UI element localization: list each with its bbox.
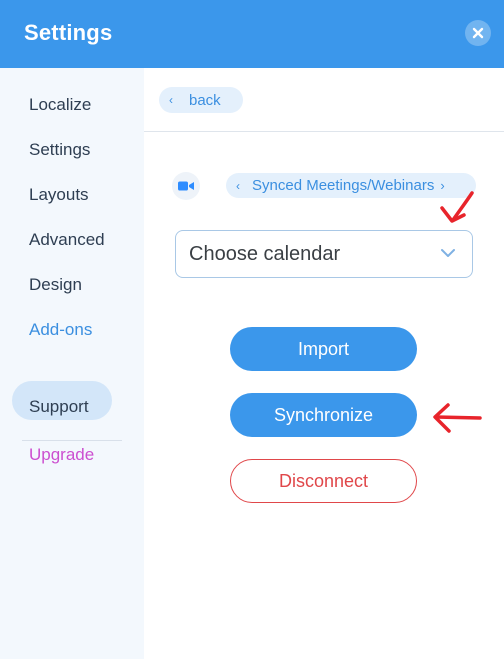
chevron-left-icon: ‹ [236, 178, 240, 193]
sidebar-item-layouts[interactable]: Layouts [29, 183, 89, 207]
sidebar-item-advanced[interactable]: Advanced [29, 228, 105, 252]
chevron-down-icon [441, 249, 455, 257]
close-button[interactable] [465, 20, 491, 46]
synchronize-button[interactable]: Synchronize [230, 393, 417, 437]
main-content: ‹ back ‹ Synced Meetings/Webinars › Choo… [144, 68, 504, 659]
content-divider [144, 131, 504, 132]
sidebar-item-localize[interactable]: Localize [29, 93, 91, 117]
close-icon [472, 27, 484, 39]
calendar-select[interactable]: Choose calendar [175, 230, 473, 278]
sidebar-divider [22, 440, 122, 441]
chevron-left-icon: ‹ [169, 93, 173, 107]
sidebar-item-design[interactable]: Design [29, 273, 82, 297]
sidebar-item-support[interactable]: Support [29, 395, 89, 419]
import-button[interactable]: Import [230, 327, 417, 371]
settings-header: Settings [0, 0, 504, 68]
video-camera-icon [172, 172, 200, 200]
sidebar-item-upgrade[interactable]: Upgrade [29, 443, 94, 467]
calendar-select-value: Choose calendar [189, 243, 341, 265]
chevron-right-icon: › [440, 178, 445, 193]
back-label: back [189, 91, 221, 109]
disconnect-button[interactable]: Disconnect [230, 459, 417, 503]
back-button[interactable]: ‹ back [159, 87, 243, 113]
breadcrumb-label: Synced Meetings/Webinars [252, 177, 435, 194]
integration-breadcrumb[interactable]: ‹ Synced Meetings/Webinars › [226, 173, 476, 198]
sidebar-item-settings[interactable]: Settings [29, 138, 90, 162]
sidebar-item-add-ons[interactable]: Add-ons [29, 318, 92, 342]
sidebar: Localize Settings Layouts Advanced Desig… [0, 68, 144, 659]
page-title: Settings [24, 20, 113, 45]
